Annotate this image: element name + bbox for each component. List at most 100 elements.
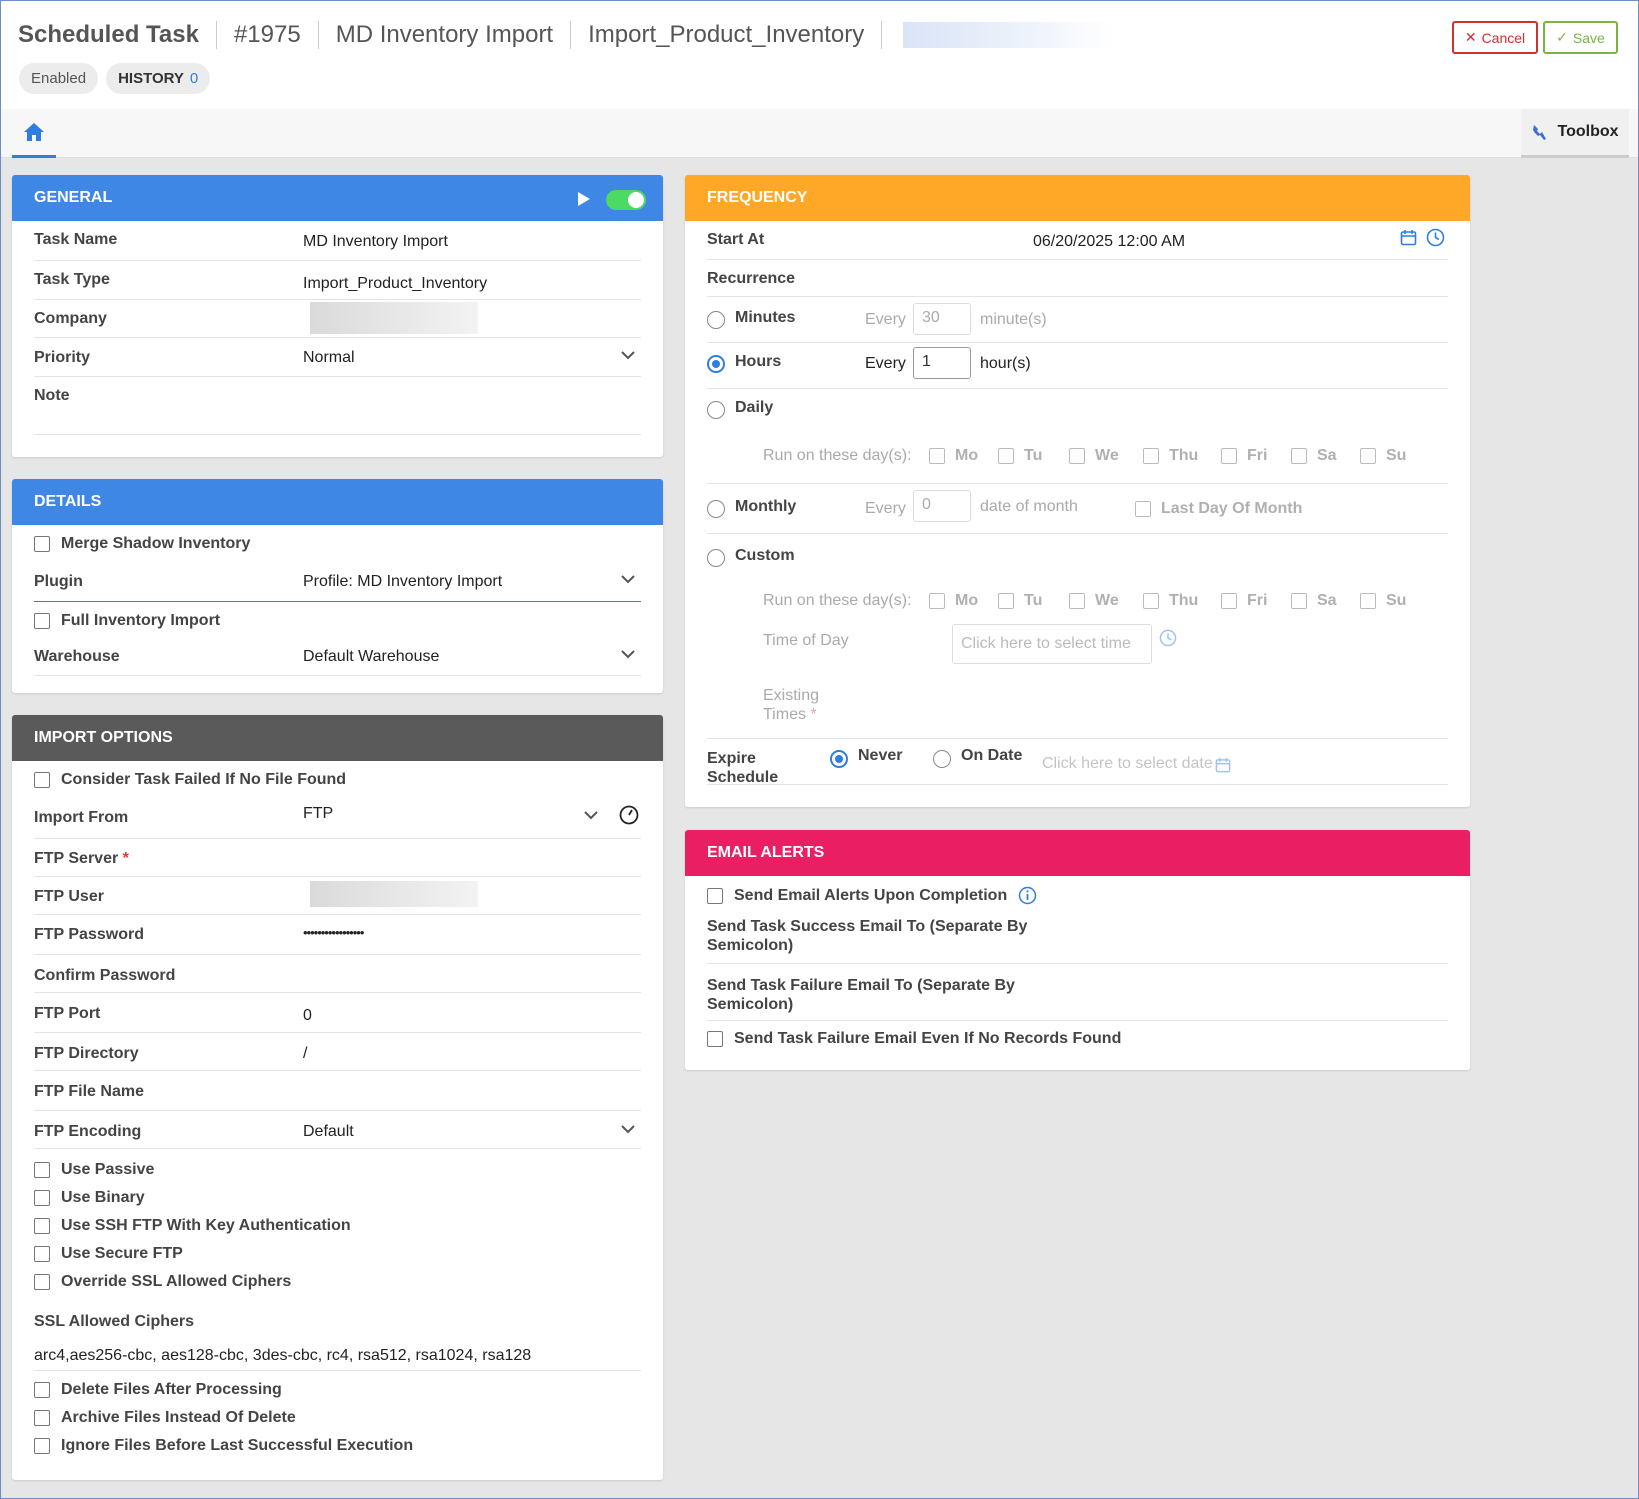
- custom-day-mo[interactable]: Mo: [929, 592, 978, 610]
- ssl-ciphers-field[interactable]: arc4,aes256-cbc, aes128-cbc, 3des-cbc, r…: [34, 1347, 531, 1365]
- ftp-file-name-field[interactable]: [303, 1075, 623, 1105]
- use-ssh-checkbox[interactable]: Use SSH FTP With Key Authentication: [34, 1217, 351, 1235]
- clock-icon[interactable]: [1159, 629, 1177, 647]
- checkbox-box[interactable]: [34, 1218, 50, 1234]
- archive-files-checkbox[interactable]: Archive Files Instead Of Delete: [34, 1409, 296, 1427]
- daily-day-sa[interactable]: Sa: [1291, 447, 1337, 465]
- last-day-checkbox[interactable]: Last Day Of Month: [1135, 500, 1302, 518]
- ftp-encoding-select[interactable]: Default: [303, 1123, 354, 1141]
- required-mark: *: [122, 850, 129, 867]
- failure-no-records-checkbox[interactable]: Send Task Failure Email Even If No Recor…: [707, 1030, 1121, 1048]
- ftp-password-field[interactable]: •••••••••••••••••: [303, 925, 364, 940]
- chevron-down-icon[interactable]: [621, 575, 635, 584]
- use-binary-checkbox[interactable]: Use Binary: [34, 1189, 145, 1207]
- ignore-files-checkbox[interactable]: Ignore Files Before Last Successful Exec…: [34, 1437, 413, 1455]
- custom-day-su[interactable]: Su: [1360, 592, 1406, 610]
- merge-shadow-checkbox[interactable]: Merge Shadow Inventory: [34, 535, 250, 553]
- ftp-user-field[interactable]: [310, 881, 478, 907]
- warehouse-select[interactable]: Default Warehouse: [303, 648, 439, 666]
- task-name-field[interactable]: MD Inventory Import: [303, 233, 448, 251]
- chevron-down-icon[interactable]: [584, 811, 598, 820]
- success-email-field[interactable]: [1027, 918, 1427, 958]
- checkbox-box[interactable]: [34, 1410, 50, 1426]
- info-icon[interactable]: [1018, 886, 1037, 905]
- checkbox-box[interactable]: [34, 613, 50, 629]
- failure-email-row: Send Task Failure Email To (Separate By S…: [707, 964, 1448, 1021]
- checkbox-box[interactable]: [707, 1031, 723, 1047]
- use-passive-checkbox[interactable]: Use Passive: [34, 1161, 154, 1179]
- confirm-password-field[interactable]: [303, 959, 623, 989]
- minutes-radio[interactable]: [707, 311, 725, 329]
- monthly-input[interactable]: 0: [913, 490, 971, 522]
- checkbox-box[interactable]: [707, 887, 723, 904]
- checkbox-box[interactable]: [34, 1382, 50, 1398]
- chevron-down-icon[interactable]: [621, 1125, 635, 1134]
- company-row: Company: [34, 300, 641, 338]
- priority-select[interactable]: Normal: [303, 349, 355, 367]
- monthly-radio[interactable]: [707, 500, 725, 518]
- override-ssl-checkbox[interactable]: Override SSL Allowed Ciphers: [34, 1273, 291, 1291]
- full-import-checkbox[interactable]: Full Inventory Import: [34, 612, 220, 630]
- custom-day-fri[interactable]: Fri: [1221, 592, 1267, 610]
- checkbox-box[interactable]: [34, 536, 50, 552]
- cancel-button[interactable]: ✕ Cancel: [1452, 21, 1538, 54]
- checkbox-box[interactable]: [34, 1246, 50, 1262]
- custom-day-thu[interactable]: Thu: [1143, 592, 1198, 610]
- daily-radio[interactable]: [707, 401, 725, 419]
- daily-day-we[interactable]: We: [1069, 447, 1119, 465]
- header-task-type: Import_Product_Inventory: [588, 21, 865, 48]
- ftp-password-label: FTP Password: [34, 926, 144, 943]
- on-date-radio[interactable]: [933, 750, 951, 768]
- enabled-toggle[interactable]: [606, 190, 646, 210]
- clock-icon[interactable]: [1426, 228, 1445, 247]
- checkbox-box[interactable]: [34, 1438, 50, 1454]
- daily-day-su[interactable]: Su: [1360, 447, 1406, 465]
- ftp-port-field[interactable]: 0: [303, 1007, 312, 1025]
- checkbox-box[interactable]: [34, 1162, 50, 1178]
- calendar-icon[interactable]: [1400, 229, 1417, 246]
- gauge-icon[interactable]: [619, 805, 639, 825]
- expire-date-input[interactable]: Click here to select date: [1042, 755, 1213, 773]
- checkbox-box[interactable]: [34, 772, 50, 788]
- toolbox-button[interactable]: Toolbox: [1521, 109, 1629, 158]
- play-icon[interactable]: [577, 191, 591, 207]
- send-alerts-checkbox[interactable]: Send Email Alerts Upon Completion: [707, 886, 1037, 905]
- failure-email-field[interactable]: [1027, 972, 1427, 1012]
- ftp-directory-field[interactable]: /: [303, 1045, 307, 1063]
- import-from-select[interactable]: FTP: [303, 805, 333, 823]
- status-badge[interactable]: Enabled: [19, 63, 99, 94]
- checkbox-box[interactable]: [34, 1274, 50, 1290]
- custom-day-we[interactable]: We: [1069, 592, 1119, 610]
- consider-failed-checkbox[interactable]: Consider Task Failed If No File Found: [34, 771, 346, 789]
- ftp-port-row: FTP Port 0: [34, 993, 641, 1033]
- hours-radio[interactable]: [707, 355, 725, 373]
- history-badge[interactable]: HISTORY 0: [106, 63, 211, 94]
- tab-home[interactable]: [12, 109, 56, 158]
- use-secure-checkbox[interactable]: Use Secure FTP: [34, 1245, 183, 1263]
- ftp-server-field[interactable]: [303, 843, 623, 873]
- every-label: Every: [865, 355, 906, 372]
- task-type-row: Task Type Import_Product_Inventory: [34, 261, 641, 300]
- custom-day-sa[interactable]: Sa: [1291, 592, 1337, 610]
- delete-files-checkbox[interactable]: Delete Files After Processing: [34, 1381, 282, 1399]
- import-options-card: IMPORT OPTIONS Consider Task Failed If N…: [12, 715, 663, 1480]
- time-input[interactable]: Click here to select time: [952, 624, 1152, 664]
- company-field[interactable]: [310, 302, 478, 334]
- custom-day-tu[interactable]: Tu: [998, 592, 1042, 610]
- checkbox-box[interactable]: [34, 1190, 50, 1206]
- daily-day-thu[interactable]: Thu: [1143, 447, 1198, 465]
- chevron-down-icon[interactable]: [621, 351, 635, 360]
- calendar-icon[interactable]: [1215, 757, 1231, 773]
- chevron-down-icon[interactable]: [621, 650, 635, 659]
- start-at-field[interactable]: 06/20/2025 12:00 AM: [1033, 233, 1185, 251]
- custom-radio[interactable]: [707, 549, 725, 567]
- minutes-input[interactable]: 30: [913, 303, 971, 335]
- daily-day-mo[interactable]: Mo: [929, 447, 978, 465]
- hours-input[interactable]: 1: [913, 347, 971, 379]
- daily-day-tu[interactable]: Tu: [998, 447, 1042, 465]
- never-radio[interactable]: [830, 750, 848, 768]
- save-button[interactable]: ✓ Save: [1543, 21, 1618, 54]
- cancel-label: Cancel: [1481, 29, 1526, 46]
- plugin-select[interactable]: Profile: MD Inventory Import: [303, 573, 502, 591]
- daily-day-fri[interactable]: Fri: [1221, 447, 1267, 465]
